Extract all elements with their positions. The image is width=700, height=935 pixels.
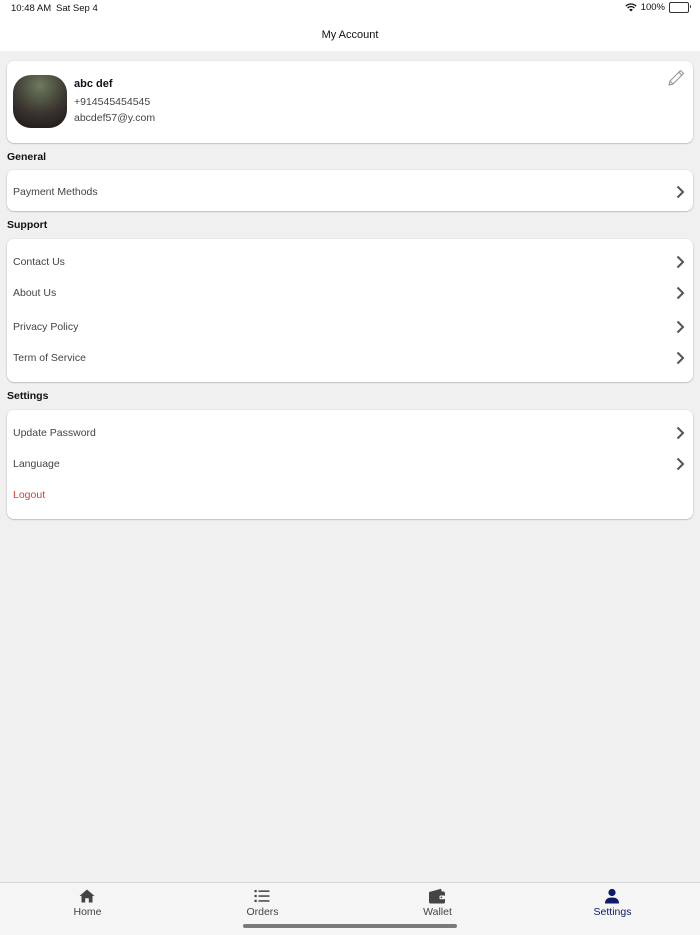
about-us-label: About Us — [13, 287, 57, 299]
contact-us-label: Contact Us — [13, 256, 65, 268]
chevron-right-icon — [676, 185, 685, 199]
home-indicator — [243, 924, 457, 928]
page-title: My Account — [321, 28, 379, 41]
profile-email: abcdef57@y.com — [74, 112, 156, 124]
tab-settings-label: Settings — [593, 906, 632, 918]
tab-orders[interactable]: Orders — [175, 883, 350, 923]
about-us-item[interactable]: About Us — [7, 282, 693, 304]
status-time: 10:48 AM — [11, 3, 52, 14]
profile-name: abc def — [74, 78, 113, 90]
term-of-service-item[interactable]: Term of Service — [7, 347, 693, 369]
term-of-service-label: Term of Service — [13, 352, 86, 364]
chevron-right-icon — [676, 351, 685, 365]
home-icon — [79, 889, 95, 903]
language-label: Language — [13, 458, 60, 470]
general-card: Payment Methods — [7, 170, 693, 211]
pencil-icon[interactable] — [665, 67, 687, 89]
profile-card: abc def +914545454545 abcdef57@y.com — [7, 61, 693, 143]
section-title-general: General — [7, 151, 47, 163]
nav-bar: My Account — [0, 18, 700, 51]
tab-wallet[interactable]: Wallet — [350, 883, 525, 923]
tab-home-label: Home — [73, 906, 102, 918]
logout-button[interactable]: Logout — [7, 484, 693, 506]
chevron-right-icon — [676, 457, 685, 471]
status-date: Sat Sep 4 — [56, 3, 98, 14]
update-password-label: Update Password — [13, 427, 96, 439]
language-item[interactable]: Language — [7, 453, 693, 475]
battery-icon — [669, 2, 691, 13]
support-card: Contact Us About Us Privacy Policy Term … — [7, 239, 693, 382]
avatar — [13, 75, 67, 128]
wallet-icon — [429, 888, 445, 904]
contact-us-item[interactable]: Contact Us — [7, 251, 693, 273]
payment-methods-label: Payment Methods — [13, 186, 98, 198]
tab-home[interactable]: Home — [0, 883, 175, 923]
battery-percent: 100% — [640, 2, 665, 13]
profile-phone: +914545454545 — [74, 96, 151, 108]
tab-orders-label: Orders — [246, 906, 279, 918]
chevron-right-icon — [676, 286, 685, 300]
chevron-right-icon — [676, 426, 685, 440]
privacy-policy-item[interactable]: Privacy Policy — [7, 316, 693, 338]
status-right: 100% — [625, 2, 691, 13]
settings-card: Update Password Language Logout — [7, 410, 693, 519]
chevron-right-icon — [676, 255, 685, 269]
tab-wallet-label: Wallet — [423, 906, 452, 918]
chevron-right-icon — [676, 320, 685, 334]
person-icon — [605, 888, 619, 904]
list-icon — [254, 890, 270, 902]
section-title-support: Support — [7, 219, 48, 231]
update-password-item[interactable]: Update Password — [7, 422, 693, 444]
tab-settings[interactable]: Settings — [525, 883, 700, 923]
status-bar: 10:48 AM Sat Sep 4 100% — [0, 0, 700, 18]
payment-methods-item[interactable]: Payment Methods — [7, 181, 693, 203]
privacy-policy-label: Privacy Policy — [13, 321, 79, 333]
wifi-icon — [625, 3, 637, 12]
logout-label: Logout — [13, 489, 46, 501]
section-title-settings: Settings — [7, 390, 49, 402]
